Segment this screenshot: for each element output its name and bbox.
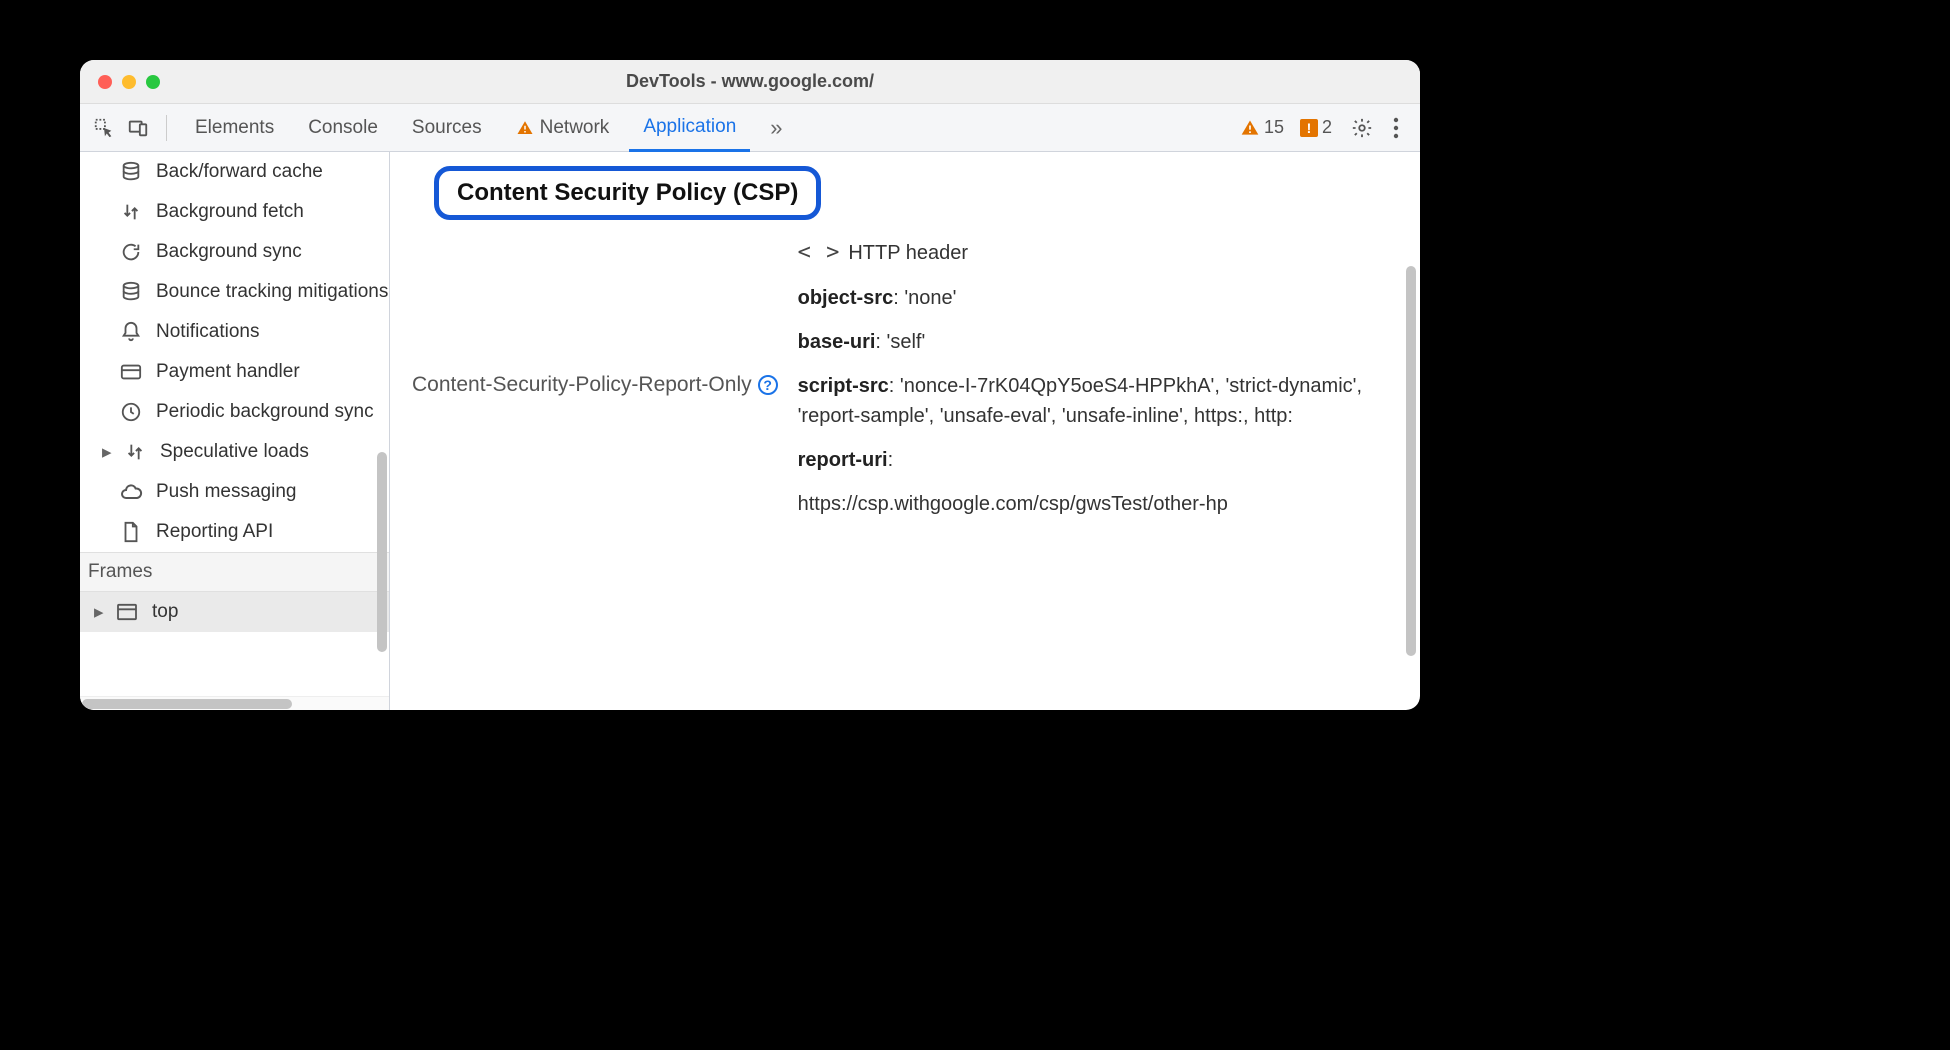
directive-value: 'self' bbox=[887, 331, 926, 353]
card-icon bbox=[118, 359, 144, 385]
toolbar: Elements Console Sources Network Applica… bbox=[80, 104, 1420, 152]
tab-application[interactable]: Application bbox=[629, 105, 750, 152]
issues-badge[interactable]: ! 2 bbox=[1300, 117, 1332, 138]
directive-name: script-src bbox=[798, 375, 889, 397]
tab-label: Elements bbox=[195, 117, 274, 139]
sidebar-item-label: Bounce tracking mitigations bbox=[156, 281, 388, 303]
clock-icon bbox=[118, 399, 144, 425]
tab-network[interactable]: Network bbox=[502, 104, 624, 151]
sidebar-item-label: Payment handler bbox=[156, 361, 300, 383]
sidebar-horizontal-scrollbar[interactable] bbox=[80, 696, 389, 710]
csp-directive: object-src: 'none' bbox=[798, 283, 1380, 313]
sidebar-item[interactable]: Reporting API bbox=[80, 512, 389, 552]
file-icon bbox=[118, 519, 144, 545]
csp-directive: base-uri: 'self' bbox=[798, 327, 1380, 357]
panel-body: Back/forward cache Background fetch Backgr… bbox=[80, 152, 1420, 710]
refresh-icon bbox=[118, 239, 144, 265]
warnings-count: 15 bbox=[1264, 117, 1284, 138]
database-icon bbox=[118, 279, 144, 305]
sync-arrows-icon bbox=[122, 439, 148, 465]
tab-label: Console bbox=[308, 117, 378, 139]
sidebar-item[interactable]: Back/forward cache bbox=[80, 152, 389, 192]
sidebar-item[interactable]: Periodic background sync bbox=[80, 392, 389, 432]
frame-top-label: top bbox=[152, 601, 178, 623]
tab-label: Application bbox=[643, 116, 736, 138]
csp-policy-label: Content-Security-Policy-Report-Only ? bbox=[412, 236, 778, 533]
tab-elements[interactable]: Elements bbox=[181, 104, 288, 151]
csp-source-label: HTTP header bbox=[848, 238, 968, 268]
directive-name: report-uri bbox=[798, 449, 888, 471]
directive-name: object-src bbox=[798, 287, 894, 309]
directive-value: https://csp.withgoogle.com/csp/gwsTest/o… bbox=[798, 489, 1380, 519]
code-brackets-icon: < > bbox=[798, 236, 841, 269]
cloud-icon bbox=[118, 479, 144, 505]
tab-label: Network bbox=[540, 117, 610, 139]
tab-label: Sources bbox=[412, 117, 482, 139]
sidebar-item[interactable]: Background sync bbox=[80, 232, 389, 272]
sidebar-item[interactable]: ▸ Speculative loads bbox=[80, 432, 389, 472]
main-panel: Content Security Policy (CSP) Content-Se… bbox=[390, 152, 1420, 710]
sidebar-frame-top[interactable]: ▸ top bbox=[80, 592, 389, 632]
tab-console[interactable]: Console bbox=[294, 104, 392, 151]
sidebar-item-label: Reporting API bbox=[156, 521, 273, 543]
sidebar-item-label: Speculative loads bbox=[160, 441, 309, 463]
sidebar-item-label: Push messaging bbox=[156, 481, 296, 503]
sidebar-scroll[interactable]: Back/forward cache Background fetch Backgr… bbox=[80, 152, 389, 696]
sidebar-frames-header[interactable]: Frames bbox=[80, 552, 389, 592]
expand-triangle-icon[interactable]: ▸ bbox=[94, 601, 106, 624]
sidebar-item[interactable]: Background fetch bbox=[80, 192, 389, 232]
more-tabs-button[interactable]: » bbox=[756, 104, 796, 151]
titlebar: DevTools - www.google.com/ bbox=[80, 60, 1420, 104]
inspect-element-icon[interactable] bbox=[90, 114, 118, 142]
warning-triangle-icon bbox=[1240, 118, 1260, 138]
window-icon bbox=[114, 599, 140, 625]
sidebar-item[interactable]: Push messaging bbox=[80, 472, 389, 512]
csp-directive: report-uri:https://csp.withgoogle.com/cs… bbox=[798, 445, 1380, 519]
warning-triangle-icon bbox=[516, 119, 534, 137]
issues-count: 2 bbox=[1322, 117, 1332, 138]
issues-icon: ! bbox=[1300, 119, 1318, 137]
sidebar-item-label: Back/forward cache bbox=[156, 161, 323, 183]
sidebar-item-label: Notifications bbox=[156, 321, 260, 343]
sidebar-item[interactable]: Notifications bbox=[80, 312, 389, 352]
help-icon[interactable]: ? bbox=[758, 375, 778, 395]
expand-triangle-icon[interactable]: ▸ bbox=[102, 441, 114, 464]
devtools-window: DevTools - www.google.com/ Elements Cons… bbox=[80, 60, 1420, 710]
sync-arrows-icon bbox=[118, 199, 144, 225]
tab-sources[interactable]: Sources bbox=[398, 104, 496, 151]
csp-directive: script-src: 'nonce-I-7rK04QpY5oeS4-HPPkh… bbox=[798, 371, 1380, 431]
csp-source-line: < > HTTP header bbox=[798, 236, 1380, 269]
toolbar-separator bbox=[166, 115, 167, 141]
csp-details: < > HTTP header object-src: 'none' base-u… bbox=[798, 236, 1400, 533]
database-icon bbox=[118, 159, 144, 185]
sidebar-item[interactable]: Bounce tracking mitigations bbox=[80, 272, 389, 312]
sidebar-item-label: Background fetch bbox=[156, 201, 304, 223]
directive-name: base-uri bbox=[798, 331, 876, 353]
settings-icon[interactable] bbox=[1348, 114, 1376, 142]
warnings-badge[interactable]: 15 bbox=[1240, 117, 1284, 138]
sidebar-item-label: Background sync bbox=[156, 241, 302, 263]
window-title: DevTools - www.google.com/ bbox=[80, 71, 1420, 92]
directive-value: 'none' bbox=[904, 287, 956, 309]
frames-header-label: Frames bbox=[88, 561, 152, 583]
policy-label-text: Content-Security-Policy-Report-Only bbox=[412, 373, 752, 397]
more-menu-icon[interactable] bbox=[1382, 114, 1410, 142]
sidebar-item-label: Periodic background sync bbox=[156, 401, 374, 423]
sidebar-vertical-scrollbar[interactable] bbox=[377, 452, 387, 652]
device-toolbar-icon[interactable] bbox=[124, 114, 152, 142]
sidebar-item[interactable]: Payment handler bbox=[80, 352, 389, 392]
sidebar: Back/forward cache Background fetch Backgr… bbox=[80, 152, 390, 710]
csp-heading: Content Security Policy (CSP) bbox=[434, 166, 821, 220]
bell-icon bbox=[118, 319, 144, 345]
main-vertical-scrollbar[interactable] bbox=[1406, 266, 1416, 656]
